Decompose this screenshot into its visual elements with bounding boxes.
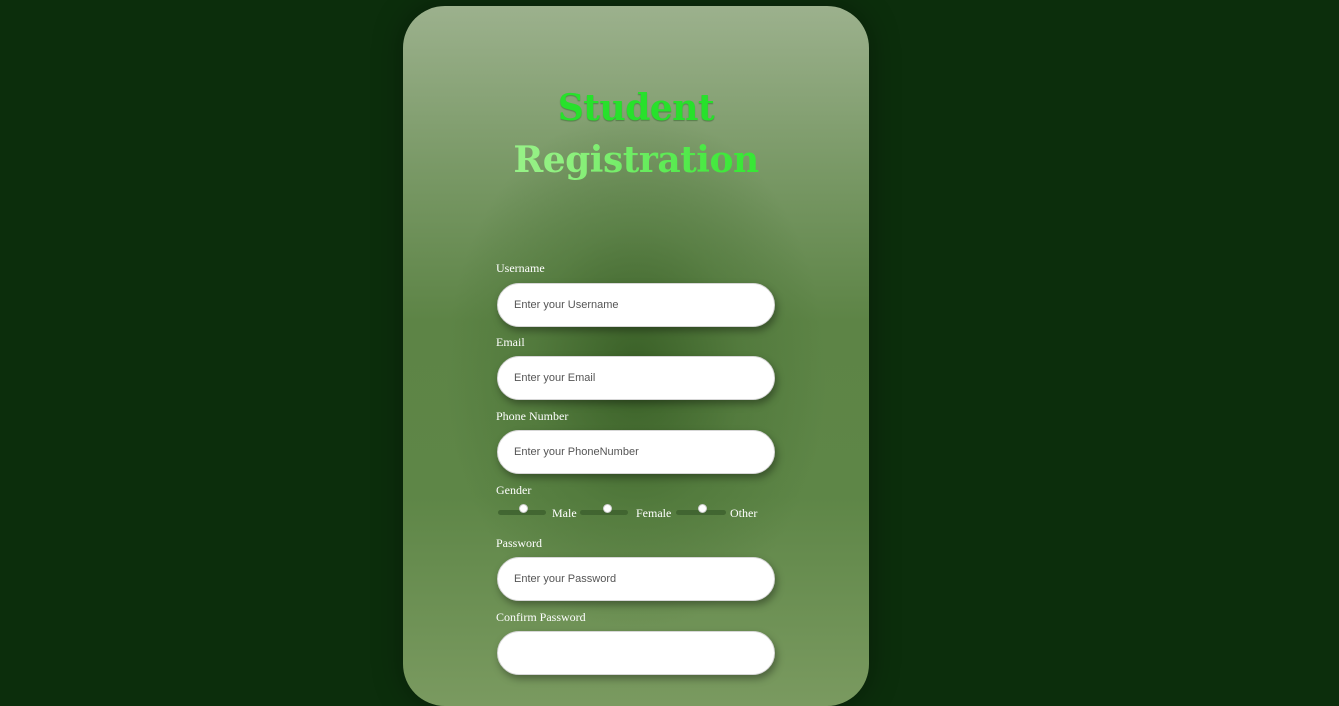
confirm-password-input[interactable]: [497, 631, 775, 675]
gender-label: Gender: [496, 483, 532, 497]
male-radio[interactable]: [519, 504, 528, 513]
password-label: Password: [496, 536, 543, 550]
title-line-1: Student: [557, 87, 715, 129]
phone-label: Phone Number: [496, 409, 569, 423]
username-input[interactable]: [497, 283, 775, 327]
username-label: Username: [496, 261, 545, 275]
title-line-2: Registration: [403, 134, 869, 186]
female-label: Female: [636, 506, 672, 520]
password-input[interactable]: [497, 557, 775, 601]
phone-input[interactable]: [497, 430, 775, 474]
gender-option-other[interactable]: Other: [674, 503, 764, 520]
other-radio[interactable]: [698, 504, 707, 513]
gender-option-female[interactable]: Female: [580, 503, 671, 520]
other-label: Other: [730, 506, 758, 520]
gender-radio-group: Male Female Other: [496, 503, 796, 523]
email-label: Email: [496, 335, 525, 349]
female-radio[interactable]: [603, 504, 612, 513]
male-label: Male: [552, 506, 577, 520]
email-input[interactable]: [497, 356, 775, 400]
registration-card: Student Registration Username Email Phon…: [403, 6, 869, 706]
confirm-password-label: Confirm Password: [496, 610, 586, 624]
gender-option-male[interactable]: Male: [496, 503, 578, 520]
page-title: Student Registration: [403, 82, 869, 186]
